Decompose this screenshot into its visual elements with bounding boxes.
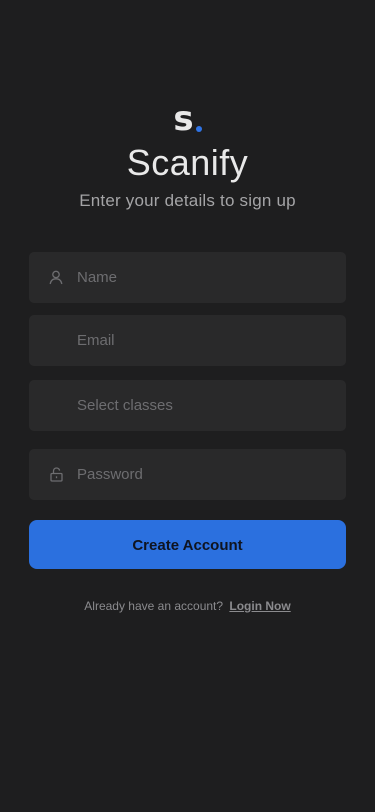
name-input[interactable]	[77, 252, 337, 303]
signup-subtitle: Enter your details to sign up	[79, 191, 296, 210]
user-icon	[48, 269, 64, 285]
login-prompt-text: Already have an account?	[84, 599, 224, 613]
lock-icon	[48, 466, 64, 482]
password-field[interactable]	[29, 449, 346, 500]
email-field[interactable]	[29, 315, 346, 366]
app-logo: s	[0, 99, 375, 139]
login-prompt: Already have an account? Login Now	[0, 598, 375, 614]
classes-select[interactable]: Select classes	[29, 380, 346, 431]
password-input[interactable]	[77, 449, 337, 500]
name-field[interactable]	[29, 252, 346, 303]
signup-screen: s Scanify Enter your details to sign up …	[0, 0, 375, 812]
email-input[interactable]	[77, 315, 337, 366]
app-title: Scanify	[126, 142, 249, 183]
classes-select-placeholder: Select classes	[77, 397, 173, 414]
create-account-button[interactable]: Create Account	[29, 520, 346, 569]
login-now-link[interactable]: Login Now	[229, 599, 290, 613]
logo-letter: s	[173, 99, 193, 139]
logo-dot	[195, 126, 202, 132]
